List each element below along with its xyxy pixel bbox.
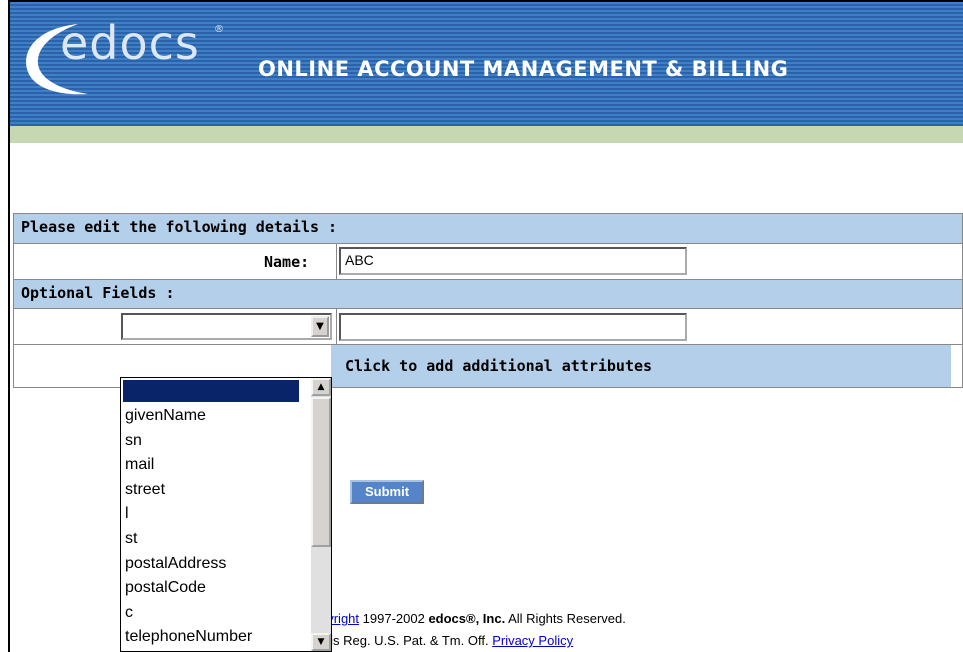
logo-registered-mark: ® [214, 24, 224, 35]
privacy-policy-link[interactable]: Privacy Policy [492, 633, 573, 648]
attribute-dropdown-list[interactable]: givenName sn mail street l st postalAddr… [120, 377, 332, 652]
scroll-down-icon[interactable]: ▼ [311, 633, 331, 651]
add-attributes-link[interactable]: Click to add additional attributes [331, 345, 951, 387]
dropdown-option[interactable]: postalAddress [121, 552, 331, 577]
rights-text: All Rights Reserved. [505, 611, 626, 626]
dropdown-option[interactable]: postalCode [121, 576, 331, 601]
footer-trademark: s is Reg. U.S. Pat. & Tm. Off. Privacy P… [320, 633, 573, 648]
dropdown-selected-blank[interactable] [123, 380, 299, 402]
details-section-header: Please edit the following details : [14, 214, 962, 243]
submit-button[interactable]: Submit [350, 480, 424, 504]
dropdown-option[interactable]: c [121, 601, 331, 626]
dropdown-option[interactable]: street [121, 478, 331, 503]
banner-title: ONLINE ACCOUNT MANAGEMENT & BILLING [258, 57, 789, 81]
optional-field-row: ▼ [14, 308, 962, 344]
company-name: edocs®, Inc. [428, 611, 506, 626]
dropdown-option[interactable]: l [121, 502, 331, 527]
name-input[interactable]: ABC [339, 247, 687, 275]
name-row: Name: ABC [14, 243, 962, 279]
cell-divider [336, 309, 337, 344]
optional-section-header: Optional Fields : [14, 279, 962, 308]
dropdown-option[interactable]: mail [121, 453, 331, 478]
chevron-down-icon[interactable]: ▼ [311, 316, 329, 337]
copyright-years: 1997-2002 [359, 611, 429, 626]
dropdown-scrollbar[interactable]: ▲ ▼ [311, 378, 331, 651]
scroll-up-icon[interactable]: ▲ [311, 378, 331, 396]
scroll-thumb[interactable] [311, 397, 331, 547]
name-label: Name: [264, 253, 310, 271]
edocs-logo: edocs [60, 16, 200, 70]
footer-copyright: pyright 1997-2002 edocs®, Inc. All Right… [320, 611, 626, 626]
page-banner: edocs ® ONLINE ACCOUNT MANAGEMENT & BILL… [10, 2, 963, 126]
cell-divider [336, 244, 337, 279]
optional-value-input[interactable] [339, 313, 687, 341]
dropdown-option[interactable]: telephoneNumber [121, 625, 331, 650]
trademark-text: s is Reg. U.S. Pat. & Tm. Off. [320, 633, 493, 648]
attribute-select[interactable]: ▼ [121, 313, 332, 340]
dropdown-option[interactable]: givenName [121, 404, 331, 429]
dropdown-option[interactable]: st [121, 527, 331, 552]
details-table: Please edit the following details : Name… [13, 213, 963, 388]
banner-accent-bar [10, 126, 963, 143]
dropdown-option[interactable]: sn [121, 429, 331, 454]
